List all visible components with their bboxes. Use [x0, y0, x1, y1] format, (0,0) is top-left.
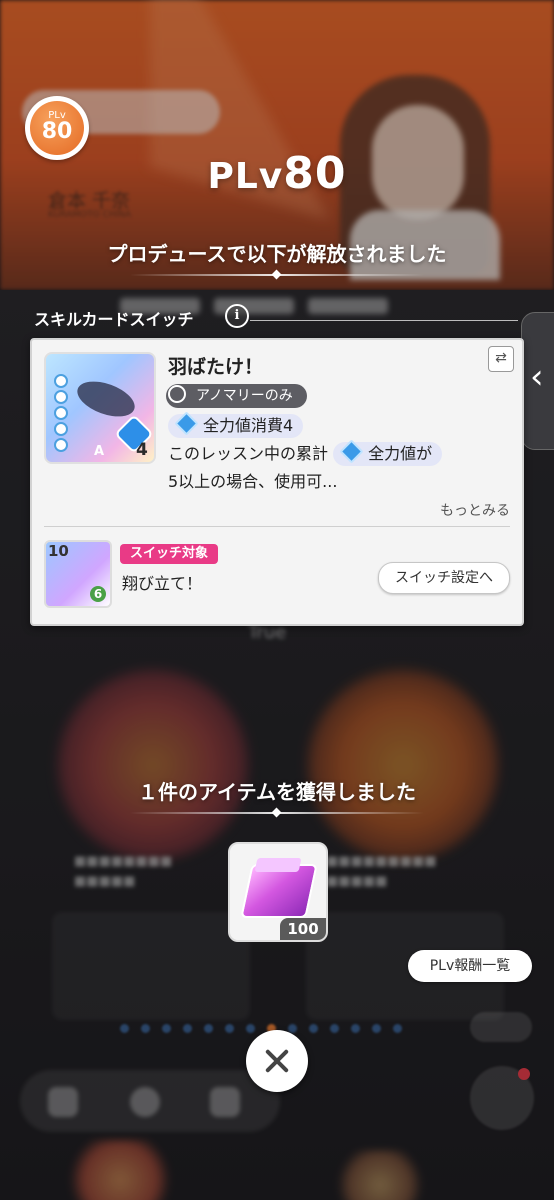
switch-target-tag: スイッチ対象 [120, 544, 219, 564]
section-divider [250, 320, 518, 321]
unlock-message: プロデュースで以下が解放されました [107, 242, 447, 266]
effect-line-cost: 全力値消費4 [168, 411, 304, 438]
plv-title-prefix: PLv [207, 156, 284, 197]
card-art-illustration [72, 374, 140, 424]
effect-condition-value: 全力値が [368, 444, 433, 463]
switch-swap-icon[interactable]: ⇄ [488, 346, 514, 372]
switch-card-level: 10 [48, 542, 69, 560]
card-rank: A [94, 444, 105, 459]
card-effect-icons [54, 374, 68, 452]
effect-cost-text: 全力値消費4 [203, 416, 294, 435]
plv-title: PLv80 [0, 148, 554, 199]
skill-switch-title: スキルカードスイッチ [34, 310, 194, 329]
switch-target-card-art[interactable]: 10 6 [44, 540, 112, 608]
anomaly-icon [168, 385, 186, 403]
card-separator [44, 526, 510, 527]
effect-condition-prefix: このレッスン中の累計 [168, 444, 329, 463]
switch-settings-button[interactable]: スイッチ設定へ [378, 562, 510, 594]
switch-target-card-name: 翔び立て！ [122, 574, 203, 593]
fullpower-icon [174, 411, 199, 436]
switch-card-cost: 6 [90, 586, 106, 602]
card-cost: 4 [136, 440, 148, 460]
effect-line-condition: このレッスン中の累計 全力値が [168, 439, 443, 466]
anomaly-tag: アノマリーのみ [166, 384, 307, 408]
item-count: 100 [280, 918, 326, 940]
skill-card-name: 羽ばたけ！ [168, 356, 264, 378]
chevron-left-icon: ‹ [530, 357, 544, 397]
more-link[interactable]: もっとみる [440, 500, 510, 520]
plv-badge-value: 80 [41, 119, 73, 144]
fullpower-icon [339, 439, 364, 464]
gem-icon [240, 864, 318, 918]
item-tile[interactable]: 100 [228, 842, 328, 942]
item-obtained-message: １件のアイテムを獲得しました [138, 780, 416, 804]
effect-line-requirement: 5以上の場合、使用可... [168, 472, 338, 491]
skill-card-art[interactable]: 4 A [44, 352, 156, 464]
side-expand-tab[interactable]: ‹ [521, 312, 554, 450]
gem-icon-top [254, 858, 302, 872]
info-icon[interactable]: i [225, 304, 249, 328]
plv-title-value: 80 [283, 148, 347, 199]
plv-rewards-button[interactable]: PLv報酬一覧 [408, 950, 532, 982]
skill-card-panel: 4 A 羽ばたけ！ アノマリーのみ 全力値消費4 このレッスン中の累計 全力値が… [30, 338, 524, 626]
close-button[interactable] [246, 1030, 308, 1092]
